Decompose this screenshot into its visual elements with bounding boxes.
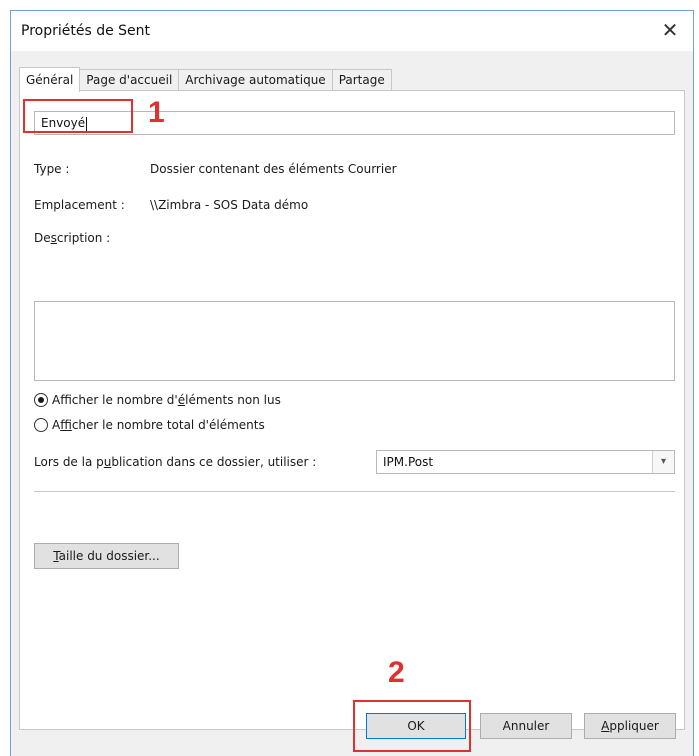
description-label-part: De [34,231,51,245]
tab-auto-archive[interactable]: Archivage automatique [178,69,333,91]
radio-total-indicator[interactable] [34,418,48,432]
tab-home-page[interactable]: Page d'accueil [79,69,180,91]
step-2-number: 2 [388,656,405,689]
dialog-body: Général Page d'accueil Archivage automat… [11,51,693,756]
post-form-label: Lors de la publication dans ce dossier, … [34,455,316,469]
title-bar: Propriétés de Sent ✕ [11,11,693,51]
radio-unread-label: Afficher le nombre d'éléments non lus [52,393,281,407]
type-value: Dossier contenant des éléments Courrier [150,162,397,176]
highlight-box-step-1 [23,99,133,133]
folder-size-button[interactable]: Taille du dossier... [34,543,179,569]
post-form-value: IPM.Post [383,455,434,469]
separator [34,491,675,492]
highlight-box-step-2 [353,700,471,752]
description-label-part: cription : [56,231,111,245]
post-form-select[interactable]: IPM.Post ▾ [376,450,675,474]
radio-total-count[interactable]: Afficher le nombre total d'éléments [34,418,265,432]
radio-unread-accesskey: é [177,393,186,407]
apply-button[interactable]: Appliquer [584,713,676,739]
radio-unread-label-part: Afficher le nombre d' [52,393,178,407]
apply-label: ppliquer [609,719,659,733]
description-textarea[interactable] [34,301,675,381]
tab-general[interactable]: Général [19,67,81,92]
tab-sharing[interactable]: Partage [331,69,392,91]
radio-total-label-part: A [52,418,61,432]
radio-unread-count[interactable]: Afficher le nombre d'éléments non lus [34,393,281,407]
top-crop-strip [0,0,699,10]
location-label: Emplacement : [34,198,125,212]
cancel-button[interactable]: Annuler [480,713,572,739]
radio-total-label: Afficher le nombre total d'éléments [52,418,265,432]
radio-unread-indicator[interactable] [34,393,48,407]
tab-strip: Général Page d'accueil Archivage automat… [19,67,392,92]
dialog-title: Propriétés de Sent [21,23,151,39]
radio-total-accesskey: f [60,418,72,432]
post-form-label-part: Lors de la p [34,455,104,469]
radio-unread-label-part: léments non lus [185,393,281,407]
general-panel: Envoyé Type : Dossier contenant des élém… [19,90,685,730]
post-form-label-part: blication dans ce dossier, utiliser : [111,455,317,469]
close-icon[interactable]: ✕ [657,17,683,43]
step-1-number: 1 [148,96,165,129]
description-label: Description : [34,231,110,245]
folder-size-label: aille du dossier... [58,549,160,563]
radio-total-label-part: ficher le nombre total d'éléments [71,418,265,432]
chevron-down-icon[interactable]: ▾ [652,451,674,473]
location-value: \\Zimbra - SOS Data démo [150,198,309,212]
type-label: Type : [34,162,70,176]
